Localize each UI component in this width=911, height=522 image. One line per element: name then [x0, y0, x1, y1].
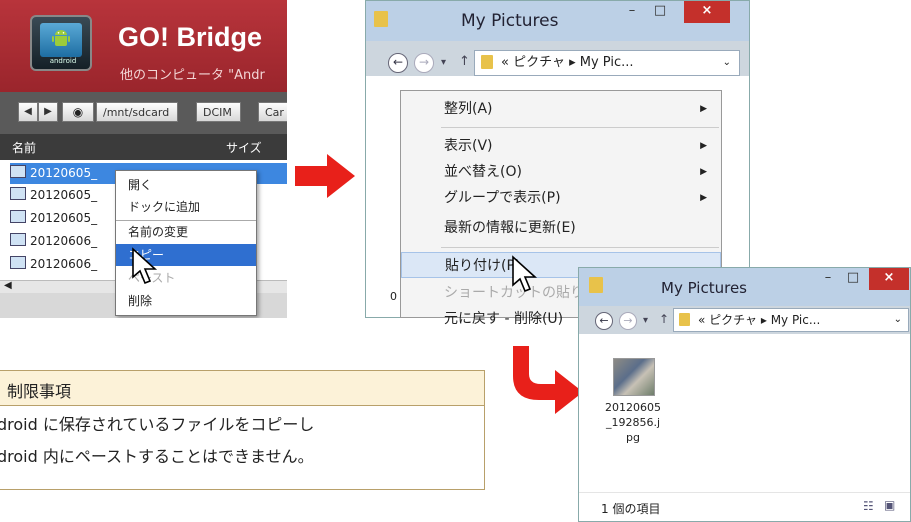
notice-line-1: droid に保存されているファイルをコピーし — [0, 415, 315, 434]
recent-dropdown-icon[interactable]: ▾ — [643, 315, 648, 326]
notice-header: 制限事項 — [0, 371, 484, 406]
menu-item-group[interactable]: グループで表示(P) ▶ — [401, 185, 721, 211]
folder-icon — [374, 11, 388, 27]
title-bar: My Pictures – □ × — [366, 1, 749, 41]
image-file-icon — [10, 165, 26, 178]
title-bar: My Pictures – □ × — [579, 268, 910, 306]
file-name-line: pg — [626, 431, 640, 444]
submenu-arrow-icon: ▶ — [700, 141, 707, 151]
status-fragment: 0 — [390, 290, 397, 303]
status-bar: 1 個の項目 ☷ ▣ — [579, 492, 910, 521]
item-count: 1 個の項目 — [601, 502, 661, 516]
address-dropdown-icon[interactable]: ⌄ — [723, 51, 731, 75]
back-button[interactable]: ◀ — [18, 102, 38, 122]
details-view-icon[interactable]: ☷ — [863, 499, 874, 513]
forward-button[interactable]: ▶ — [38, 102, 58, 122]
minimize-button[interactable]: – — [817, 268, 839, 290]
notice-title: 制限事項 — [7, 382, 72, 401]
image-file-icon — [10, 210, 26, 223]
menu-label: 表示(V) — [444, 138, 493, 154]
large-icons-view-icon[interactable]: ▣ — [884, 498, 895, 512]
app-title: GO! Bridge — [118, 22, 263, 52]
logo-text: android — [49, 57, 77, 65]
close-button[interactable]: × — [869, 268, 909, 290]
column-name[interactable]: 名前 — [12, 139, 36, 156]
menu-item-arrange[interactable]: 整列(A) ▶ — [401, 96, 721, 122]
folder-icon — [481, 55, 493, 69]
back-arrow-icon[interactable]: ← — [595, 312, 613, 330]
column-size[interactable]: サイズ — [226, 139, 262, 156]
column-header: 名前 サイズ — [0, 134, 287, 160]
gobridge-context-menu: 開く ドックに追加 名前の変更 コピー ペースト 削除 — [115, 170, 257, 316]
android-app-icon: android — [30, 15, 92, 71]
folder-icon — [589, 277, 603, 293]
address-dropdown-icon[interactable]: ⌄ — [894, 309, 902, 331]
menu-label: 並べ替え(O) — [444, 164, 522, 180]
file-name-label[interactable]: 20120605 _192856.j pg — [597, 400, 669, 445]
back-arrow-icon[interactable]: ← — [388, 53, 408, 73]
up-arrow-icon[interactable]: ↑ — [659, 312, 669, 326]
submenu-arrow-icon: ▶ — [700, 167, 707, 177]
notice-line-2: droid 内にペーストすることはできません。 — [0, 447, 314, 466]
restriction-notice: 制限事項 droid に保存されているファイルをコピーし droid 内にペース… — [0, 370, 485, 490]
menu-label: 整列(A) — [444, 101, 493, 117]
file-name: 20120605_ — [30, 188, 98, 202]
file-name: 20120605_ — [30, 211, 98, 225]
address-bar[interactable]: « ピクチャ ▸ My Pic... ⌄ — [474, 50, 740, 76]
up-arrow-icon[interactable]: ↑ — [459, 54, 470, 69]
forward-arrow-icon[interactable]: → — [414, 53, 434, 73]
menu-item-refresh[interactable]: 最新の情報に更新(E) — [401, 215, 721, 241]
submenu-arrow-icon: ▶ — [700, 193, 707, 203]
mouse-cursor-icon — [512, 255, 538, 293]
menu-item-add-dock[interactable]: ドックに追加 — [116, 196, 256, 218]
submenu-arrow-icon: ▶ — [700, 104, 707, 114]
file-name-line: _192856.j — [605, 416, 661, 429]
image-file-icon — [10, 187, 26, 200]
eye-icon[interactable]: ◉ — [62, 102, 94, 122]
window-title: My Pictures — [661, 279, 747, 297]
scroll-left-icon[interactable]: ◀ — [4, 280, 12, 291]
window-title: My Pictures — [461, 11, 559, 31]
android-robot-icon — [52, 30, 70, 46]
menu-item-rename[interactable]: 名前の変更 — [116, 220, 256, 242]
file-name: 20120605_ — [30, 166, 98, 180]
image-file-icon — [10, 233, 26, 246]
forward-arrow-icon[interactable]: → — [619, 312, 637, 330]
menu-item-sort[interactable]: 並べ替え(O) ▶ — [401, 159, 721, 185]
file-name: 20120606_ — [30, 234, 98, 248]
close-button[interactable]: × — [684, 1, 730, 23]
address-text: « ピクチャ ▸ My Pic... — [501, 55, 634, 70]
file-name-line: 20120605 — [605, 401, 661, 414]
image-file-icon — [10, 256, 26, 269]
menu-label: グループで表示(P) — [444, 190, 561, 206]
address-text: « ピクチャ ▸ My Pic... — [698, 313, 821, 327]
folder-icon — [679, 313, 690, 326]
app-subtitle: 他のコンピュータ "Andr — [120, 68, 265, 83]
photo-thumbnail[interactable] — [613, 358, 655, 396]
menu-separator — [441, 247, 719, 248]
right-arrow-icon — [295, 154, 355, 198]
breadcrumb-camera[interactable]: Car — [258, 102, 287, 122]
path-bar: ◀ ▶ ◉ /mnt/sdcard DCIM Car — [0, 92, 287, 134]
maximize-button[interactable]: □ — [841, 268, 865, 290]
address-bar[interactable]: « ピクチャ ▸ My Pic... ⌄ — [673, 308, 909, 332]
file-name: 20120606_ — [30, 257, 98, 271]
curved-arrow-icon — [513, 346, 583, 414]
breadcrumb-dcim[interactable]: DCIM — [196, 102, 241, 122]
menu-item-delete[interactable]: 削除 — [116, 290, 256, 312]
recent-dropdown-icon[interactable]: ▾ — [441, 57, 446, 68]
menu-item-open[interactable]: 開く — [116, 174, 256, 196]
explorer-window-2: My Pictures – □ × ← → ▾ ↑ « ピクチャ ▸ My Pi… — [578, 267, 911, 522]
breadcrumb-sdcard[interactable]: /mnt/sdcard — [96, 102, 179, 122]
minimize-button[interactable]: – — [619, 1, 645, 23]
maximize-button[interactable]: □ — [647, 1, 673, 23]
menu-separator — [441, 127, 719, 128]
mouse-cursor-icon — [132, 247, 158, 285]
menu-item-view[interactable]: 表示(V) ▶ — [401, 133, 721, 159]
